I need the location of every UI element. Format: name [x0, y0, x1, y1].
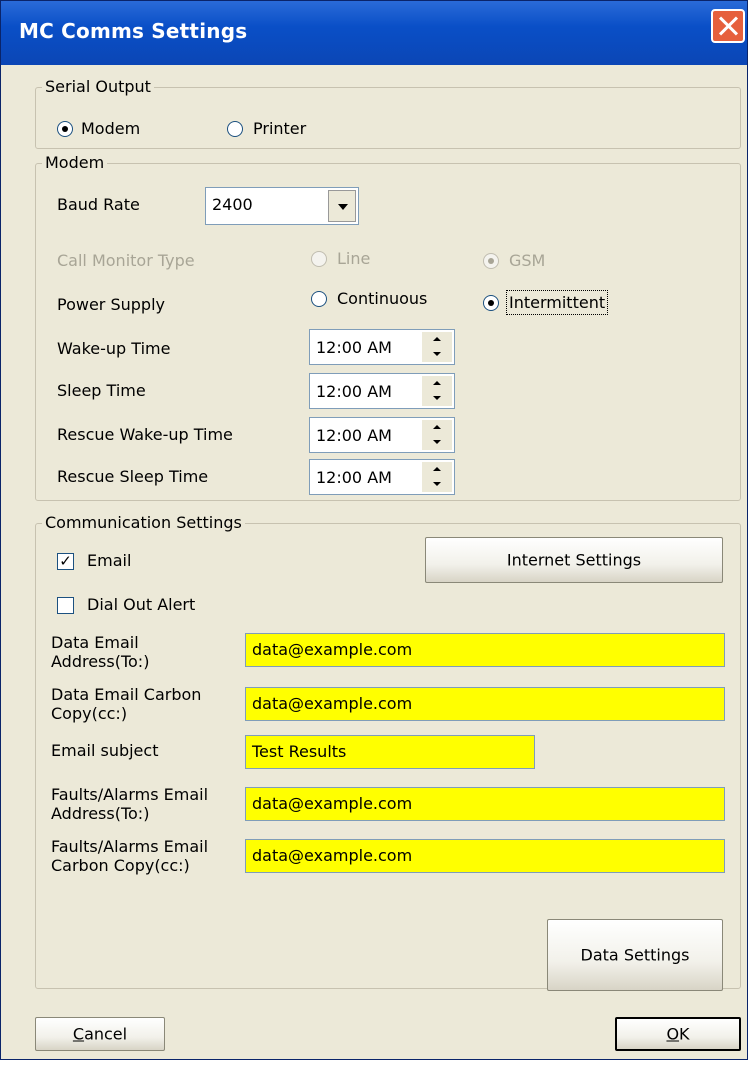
rescue-wake-up-time-label: Rescue Wake-up Time [57, 425, 233, 444]
line-radio [311, 251, 327, 267]
spin-buttons [422, 420, 452, 450]
spin-up-icon[interactable] [422, 332, 452, 347]
email-subject-input[interactable]: Test Results [245, 735, 535, 769]
close-icon[interactable] [711, 9, 745, 43]
faults-email-cc-label: Faults/Alarms Email Carbon Copy(cc:) [51, 837, 209, 875]
modem-radio[interactable] [57, 121, 73, 137]
spin-buttons [422, 376, 452, 406]
modem-legend: Modem [42, 153, 108, 172]
data-email-to-value: data@example.com [252, 640, 413, 659]
wake-up-time-value: 12:00 AM [316, 338, 392, 357]
spin-down-icon[interactable] [422, 391, 452, 406]
title-bar[interactable]: MC Comms Settings [1, 1, 747, 65]
gsm-radio-label: GSM [509, 251, 546, 270]
continuous-radio[interactable] [311, 291, 327, 307]
faults-email-to-input[interactable]: data@example.com [245, 787, 725, 821]
data-email-cc-label: Data Email Carbon Copy(cc:) [51, 685, 202, 723]
sleep-time-spinner[interactable]: 12:00 AM [309, 373, 455, 409]
spin-buttons [422, 332, 452, 362]
data-email-to-label: Data Email Address(To:) [51, 633, 150, 671]
spin-up-icon[interactable] [422, 420, 452, 435]
communication-settings-legend: Communication Settings [42, 513, 245, 532]
printer-radio[interactable] [227, 121, 243, 137]
sleep-time-value: 12:00 AM [316, 382, 392, 401]
cancel-button-label: Cancel [72, 1024, 128, 1044]
spin-buttons [422, 462, 452, 492]
faults-email-to-value: data@example.com [252, 794, 413, 813]
rescue-sleep-time-label: Rescue Sleep Time [57, 467, 209, 486]
faults-email-to-label: Faults/Alarms Email Address(To:) [51, 785, 209, 823]
call-monitor-type-label: Call Monitor Type [57, 251, 195, 270]
rescue-wake-up-time-spinner[interactable]: 12:00 AM [309, 417, 455, 453]
internet-settings-button[interactable]: Internet Settings [425, 537, 723, 583]
email-checkbox-label[interactable]: Email [87, 551, 131, 570]
baud-rate-value: 2400 [212, 195, 253, 214]
spin-down-icon[interactable] [422, 477, 452, 492]
intermittent-radio-label[interactable]: Intermittent [505, 290, 609, 315]
dial-out-alert-checkbox[interactable] [57, 597, 74, 614]
rescue-wake-up-time-value: 12:00 AM [316, 426, 392, 445]
faults-email-cc-input[interactable]: data@example.com [245, 839, 725, 873]
email-checkbox[interactable]: ✓ [57, 553, 74, 570]
internet-settings-button-label: Internet Settings [506, 550, 642, 570]
chevron-down-icon[interactable] [328, 190, 356, 222]
email-subject-value: Test Results [252, 742, 347, 761]
window-title: MC Comms Settings [19, 19, 248, 43]
intermittent-radio[interactable] [483, 295, 499, 311]
serial-output-group: Serial Output [35, 77, 741, 149]
data-email-to-input[interactable]: data@example.com [245, 633, 725, 667]
serial-output-legend: Serial Output [42, 77, 154, 96]
spin-up-icon[interactable] [422, 376, 452, 391]
data-email-cc-input[interactable]: data@example.com [245, 687, 725, 721]
power-supply-label: Power Supply [57, 295, 165, 314]
printer-radio-label[interactable]: Printer [253, 119, 306, 138]
data-email-cc-value: data@example.com [252, 694, 413, 713]
spin-down-icon[interactable] [422, 435, 452, 450]
rescue-sleep-time-spinner[interactable]: 12:00 AM [309, 459, 455, 495]
rescue-sleep-time-value: 12:00 AM [316, 468, 392, 487]
dialog-window: MC Comms Settings Serial Output Modem Pr… [0, 0, 748, 1060]
ok-button-label: OK [666, 1024, 690, 1044]
data-settings-button-label: Data Settings [580, 945, 690, 965]
modem-radio-label[interactable]: Modem [81, 119, 140, 138]
sleep-time-label: Sleep Time [57, 381, 146, 400]
gsm-radio [483, 253, 499, 269]
wake-up-time-spinner[interactable]: 12:00 AM [309, 329, 455, 365]
data-settings-button[interactable]: Data Settings [547, 919, 723, 991]
continuous-radio-label[interactable]: Continuous [337, 289, 427, 308]
baud-rate-label: Baud Rate [57, 195, 140, 214]
wake-up-time-label: Wake-up Time [57, 339, 171, 358]
faults-email-cc-value: data@example.com [252, 846, 413, 865]
ok-button[interactable]: OK [615, 1017, 741, 1051]
email-subject-label: Email subject [51, 741, 159, 760]
spin-up-icon[interactable] [422, 462, 452, 477]
cancel-button[interactable]: Cancel [35, 1017, 165, 1051]
line-radio-label: Line [337, 249, 371, 268]
baud-rate-select[interactable]: 2400 [205, 187, 359, 225]
spin-down-icon[interactable] [422, 347, 452, 362]
dial-out-alert-label[interactable]: Dial Out Alert [87, 595, 195, 614]
